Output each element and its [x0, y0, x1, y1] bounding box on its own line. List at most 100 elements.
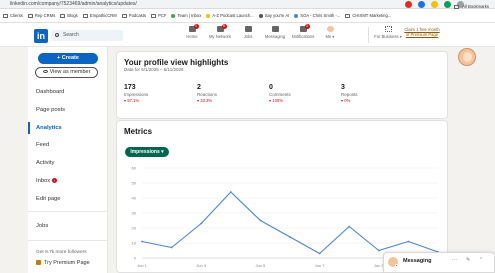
sidebar-divider [28, 211, 108, 212]
impressions-dropdown[interactable]: Impressions ▾ [125, 147, 169, 157]
premium-icon [36, 260, 41, 266]
compose-icon[interactable]: ✎ [466, 257, 470, 263]
stat-change: ▾ 100% [269, 98, 283, 103]
sidebar-item-page-posts[interactable]: Page posts [36, 107, 65, 113]
site-icon [294, 13, 299, 18]
linkedin-logo[interactable]: in [34, 29, 48, 43]
data-point [348, 225, 351, 228]
y-tick-label: 60 [132, 166, 137, 171]
nav-label: My Network [208, 34, 232, 39]
nav-label: Me ▾ [325, 34, 335, 39]
search-icon [55, 33, 59, 37]
folder-icon [27, 13, 33, 18]
data-point [259, 219, 262, 222]
bookmark-item[interactable]: EmpathicCRM [82, 13, 117, 18]
sidebar-item-dashboard[interactable]: Dashboard [36, 89, 64, 95]
stat-impressions[interactable]: 173 Impressions ▾ 97.1% [124, 84, 194, 103]
sidebar-item-analytics[interactable]: Analytics [36, 125, 62, 131]
bookmark-item[interactable]: Clients [3, 13, 23, 18]
nav-label: Jobs [243, 34, 253, 39]
stat-value: 0 [269, 84, 273, 91]
data-point [407, 240, 410, 243]
x-tick-label: Jun 7 [315, 263, 326, 268]
nav-messaging[interactable]: Messaging [261, 26, 289, 39]
nav-label: For Business ▾ [374, 34, 402, 39]
nav-label: Messaging [264, 34, 286, 39]
stat-reactions[interactable]: 2 Reactions ▾ 33.3% [197, 84, 267, 103]
stat-value: 173 [124, 84, 136, 91]
sidebar-item-activity[interactable]: Activity [36, 160, 54, 166]
bookmark-item[interactable]: A-Z Podcast Launch... [206, 13, 254, 18]
sidebar-item-inbox[interactable]: Inbox! [36, 178, 58, 184]
home-icon: 1 [188, 24, 199, 32]
bookmark-item[interactable]: Say you're AI [258, 13, 290, 18]
site-icon [206, 13, 211, 18]
sidebar-divider [28, 240, 108, 241]
stat-label: Impressions [124, 92, 149, 97]
stat-label: Comments [269, 92, 291, 97]
browser-address-bar[interactable]: linkedin.com/company/7523469/admin/analy… [0, 0, 495, 9]
alert-icon: ! [52, 178, 58, 183]
extension-icon[interactable] [418, 1, 425, 8]
stat-label: Reactions [197, 92, 218, 97]
extension-icon[interactable] [444, 1, 451, 8]
all-bookmarks-label: All Bookmarks [462, 4, 489, 9]
bookmark-label: EmpathicCRM [89, 13, 117, 18]
stat-value: 2 [197, 84, 201, 91]
premium-offer-link[interactable]: Claim 1 free month of Premium Page [404, 27, 440, 37]
bookmark-label: Rep CRMs [34, 13, 56, 18]
view-as-member-button[interactable]: View as member [35, 67, 98, 78]
try-premium-link[interactable]: Try Premium Page [36, 260, 90, 266]
bookmark-item[interactable]: Blogs [60, 13, 78, 18]
sidebar-item-feed[interactable]: Feed [36, 142, 49, 148]
nav-my-network[interactable]: 8 My Network [206, 24, 234, 39]
search-placeholder: Search [63, 32, 79, 38]
followers-note: Get 8.7k more followers [36, 250, 87, 255]
data-point [141, 240, 143, 243]
face-shape [463, 52, 472, 62]
sidebar-item-edit-page[interactable]: Edit page [36, 196, 61, 202]
try-premium-label: Try Premium Page [44, 260, 90, 266]
bookmark-item[interactable]: Team | Inbox [171, 13, 201, 18]
bell-icon: 3 [299, 24, 310, 32]
bookmark-item[interactable]: Podcasts [121, 13, 146, 18]
data-point [377, 249, 380, 252]
nav-home[interactable]: 1 Home [178, 24, 206, 39]
bookmark-label: Say you're AI [264, 13, 290, 18]
view-as-member-label: View as member [49, 69, 91, 75]
stat-value: 3 [341, 84, 345, 91]
page-avatar[interactable] [458, 48, 476, 66]
stat-label: Reposts [341, 92, 358, 97]
url-text[interactable]: linkedin.com/company/7523469/admin/analy… [10, 1, 137, 7]
bookmark-item[interactable]: Rep CRMs [27, 13, 56, 18]
folder-icon [454, 4, 460, 9]
all-bookmarks[interactable]: All Bookmarks [454, 4, 489, 9]
stat-comments[interactable]: 0 Comments ▾ 100% [269, 84, 339, 103]
bookmark-label: CHIXMT Marketing... [352, 13, 392, 18]
stat-change: ▾ 33.3% [197, 98, 213, 103]
collapse-icon[interactable]: ⌃ [479, 257, 483, 263]
messaging-icon [271, 26, 279, 32]
jobs-icon [244, 26, 252, 32]
stat-reposts[interactable]: 3 Reposts ▾ 0% [341, 84, 411, 103]
nav-jobs[interactable]: Jobs [234, 26, 262, 39]
bookmark-item[interactable]: CHIXMT Marketing... [345, 13, 391, 18]
create-button[interactable]: + Create [38, 53, 98, 64]
folder-icon [82, 13, 88, 18]
bookmarks-bar: Clients Rep CRMs Blogs EmpathicCRM Podca… [0, 9, 495, 23]
extension-icon[interactable] [405, 1, 412, 8]
nav-me[interactable]: Me ▾ [316, 26, 344, 39]
notification-badge: 1 [193, 24, 199, 29]
search-input[interactable]: Search [51, 30, 123, 41]
bookmark-item[interactable]: PCF [151, 13, 166, 18]
nav-for-business[interactable]: For Business ▾ [372, 26, 404, 39]
data-point [200, 222, 203, 225]
extension-icon[interactable] [431, 1, 438, 8]
nav-notifications[interactable]: 3 Notifications [289, 24, 317, 39]
online-status-icon [395, 264, 398, 267]
nav-label: Home [186, 34, 198, 39]
more-icon[interactable]: ··· [452, 257, 457, 263]
y-tick-label: 0 [134, 256, 137, 261]
sidebar-item-jobs[interactable]: Jobs [36, 223, 48, 229]
bookmark-item[interactable]: SOA - Chris Smith -... [294, 13, 340, 18]
